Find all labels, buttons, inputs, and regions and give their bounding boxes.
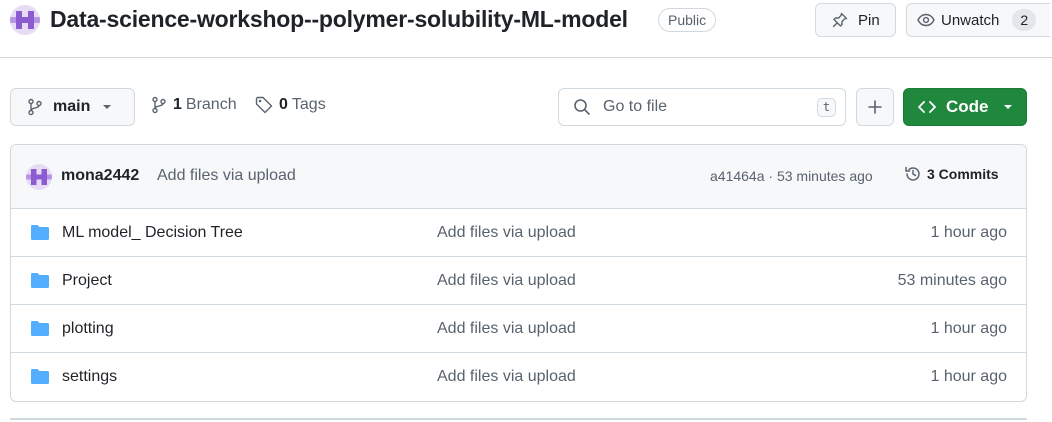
- folder-icon: [31, 273, 49, 288]
- file-row[interactable]: ML model_ Decision Tree Add files via up…: [11, 209, 1026, 257]
- tag-icon: [255, 96, 273, 114]
- branch-icon: [28, 98, 42, 116]
- go-to-file-input[interactable]: [603, 98, 803, 116]
- branch-icon: [152, 96, 166, 114]
- commits-label: 3 Commits: [927, 166, 999, 182]
- pin-label: Pin: [858, 11, 880, 29]
- shortcut-key: t: [817, 98, 836, 117]
- file-row[interactable]: Project Add files via upload 53 minutes …: [11, 257, 1026, 305]
- watch-count: 2: [1012, 9, 1037, 31]
- code-button[interactable]: Code: [903, 88, 1027, 126]
- file-commit-message[interactable]: Add files via upload: [437, 272, 576, 290]
- search-icon: [574, 99, 590, 115]
- commit-author-avatar[interactable]: [26, 164, 52, 190]
- folder-icon: [31, 369, 49, 384]
- folder-icon: [31, 225, 49, 240]
- unwatch-label: Unwatch: [941, 11, 1000, 29]
- plus-icon: [868, 100, 882, 114]
- code-label: Code: [946, 97, 989, 116]
- tag-label: Tags: [291, 96, 326, 113]
- repo-title[interactable]: Data-science-workshop--polymer-solubilit…: [50, 6, 628, 33]
- commits-history-link[interactable]: 3 Commits: [904, 165, 999, 183]
- file-commit-message[interactable]: Add files via upload: [437, 320, 576, 338]
- tag-count: 0: [279, 96, 288, 113]
- commit-author[interactable]: mona2442: [61, 167, 139, 185]
- file-name[interactable]: ML model_ Decision Tree: [62, 224, 243, 242]
- file-commit-message[interactable]: Add files via upload: [437, 224, 576, 242]
- history-icon: [905, 166, 920, 181]
- visibility-badge: Public: [658, 8, 717, 32]
- branches-link[interactable]: 1 Branch: [151, 96, 237, 114]
- branch-select-button[interactable]: main: [10, 88, 135, 126]
- tags-link[interactable]: 0 Tags: [255, 96, 326, 114]
- commit-message[interactable]: Add files via upload: [157, 167, 296, 185]
- pin-button[interactable]: Pin: [815, 3, 896, 37]
- commit-sha-time[interactable]: a41464a · 53 minutes ago: [710, 168, 873, 184]
- owner-avatar[interactable]: [10, 5, 40, 35]
- file-row[interactable]: settings Add files via upload 1 hour ago: [11, 353, 1026, 401]
- unwatch-button[interactable]: Unwatch 2: [906, 3, 1050, 37]
- file-name[interactable]: Project: [62, 272, 112, 290]
- folder-icon: [31, 321, 49, 336]
- chevron-down-icon: [103, 105, 112, 109]
- file-time: 1 hour ago: [930, 224, 1007, 241]
- branch-count: 1: [173, 96, 182, 113]
- file-time: 1 hour ago: [930, 320, 1007, 337]
- add-file-button[interactable]: [856, 88, 894, 126]
- file-name[interactable]: settings: [62, 368, 117, 386]
- code-icon: [918, 101, 936, 113]
- file-row[interactable]: plotting Add files via upload 1 hour ago: [11, 305, 1026, 353]
- file-commit-message[interactable]: Add files via upload: [437, 368, 576, 386]
- file-name[interactable]: plotting: [62, 320, 114, 338]
- latest-commit-row: mona2442 Add files via upload a41464a · …: [11, 145, 1026, 209]
- repo-header: Data-science-workshop--polymer-solubilit…: [0, 0, 1052, 58]
- file-time: 1 hour ago: [930, 368, 1007, 385]
- eye-icon: [917, 13, 935, 27]
- section-divider: [10, 418, 1027, 420]
- branch-name: main: [53, 98, 91, 115]
- file-time: 53 minutes ago: [897, 272, 1007, 289]
- chevron-down-icon: [1003, 105, 1012, 109]
- file-table: mona2442 Add files via upload a41464a · …: [10, 144, 1027, 402]
- pin-icon: [832, 12, 848, 28]
- branch-label: Branch: [185, 96, 237, 113]
- go-to-file-search[interactable]: t: [558, 88, 846, 126]
